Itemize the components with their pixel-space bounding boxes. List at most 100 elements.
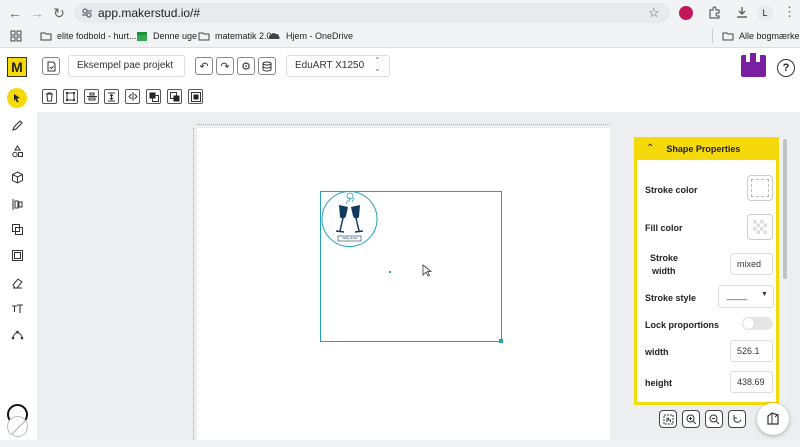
- apps-grid-icon[interactable]: [10, 30, 22, 42]
- file-icon: [47, 61, 55, 71]
- profile-avatar[interactable]: L: [757, 5, 773, 21]
- back-icon[interactable]: ←: [6, 4, 24, 22]
- hand-fit-icon: [663, 414, 673, 424]
- browser-menu-icon[interactable]: ⋮: [783, 4, 796, 20]
- height-input[interactable]: 438.69: [730, 371, 773, 393]
- checkerboard-icon: [753, 220, 767, 234]
- folder-icon: [722, 32, 734, 41]
- panel-header[interactable]: ⌃ Shape Properties: [634, 137, 779, 160]
- address-bar[interactable]: app.makerstud.io/# ☆: [74, 3, 670, 23]
- square-icon: [11, 249, 23, 261]
- group-button[interactable]: [188, 89, 203, 104]
- undo-button[interactable]: ↶: [195, 57, 213, 75]
- shape-properties-panel: Stroke color Fill color Stroke width mix…: [634, 137, 779, 405]
- settings-button[interactable]: ⚙: [237, 57, 255, 75]
- align-icon: [86, 92, 97, 101]
- flip-horizontal-button[interactable]: [125, 89, 140, 104]
- bookmarks-divider: [712, 29, 713, 43]
- download-icon[interactable]: [735, 5, 749, 19]
- new-file-button[interactable]: [42, 57, 60, 75]
- database-icon: [262, 61, 272, 72]
- mouse-cursor-icon: [422, 264, 432, 277]
- folder-icon: [40, 32, 52, 41]
- trash-icon: [46, 92, 53, 101]
- lock-proportions-label: Lock proportions: [645, 320, 719, 330]
- zoom-out-button[interactable]: [705, 410, 723, 428]
- vertical-ruler: [193, 128, 195, 440]
- align-center-button[interactable]: [84, 89, 99, 104]
- group-icon: [190, 91, 201, 102]
- boolean-tool-button[interactable]: [8, 220, 26, 238]
- design-badge[interactable]: Skål på det: [320, 191, 379, 247]
- all-bookmarks[interactable]: Alle bogmærker: [722, 30, 800, 42]
- layer-back-icon: [169, 91, 179, 101]
- width-input[interactable]: 526.1: [730, 340, 773, 362]
- layer-front-icon: [149, 92, 159, 102]
- pen-icon: [11, 119, 23, 131]
- fill-color-swatch[interactable]: [7, 416, 28, 437]
- reload-icon[interactable]: ↻: [50, 4, 68, 22]
- text-icon: [11, 303, 23, 313]
- save-icon[interactable]: [740, 53, 767, 78]
- shapes-tool-button[interactable]: [8, 142, 26, 160]
- badge-text: Skål på det: [342, 236, 358, 240]
- help-button[interactable]: ?: [777, 59, 795, 77]
- reset-view-button[interactable]: [728, 410, 746, 428]
- fit-selection-button[interactable]: [63, 89, 78, 104]
- extension-icon[interactable]: [679, 6, 693, 20]
- folder-icon: [198, 32, 210, 41]
- fit-to-screen-button[interactable]: [659, 410, 677, 428]
- eraser-tool-button[interactable]: [8, 273, 26, 291]
- delete-button[interactable]: [42, 89, 57, 104]
- url-text: app.makerstud.io/#: [98, 6, 201, 20]
- send-to-machine-button[interactable]: [757, 403, 789, 435]
- onedrive-icon: [269, 33, 280, 39]
- app-logo[interactable]: M: [7, 57, 27, 77]
- bookmark-star-icon[interactable]: ☆: [648, 5, 660, 21]
- select-tool-button[interactable]: [7, 88, 27, 108]
- redo-button[interactable]: ↷: [216, 57, 234, 75]
- bring-front-button[interactable]: [146, 89, 161, 104]
- undo-icon: ↶: [199, 60, 209, 73]
- bookmark-item[interactable]: Denne uge: [136, 30, 197, 42]
- project-name-field[interactable]: Eksempel pae projekt: [68, 55, 185, 77]
- panel-scrollbar[interactable]: [782, 137, 788, 405]
- resize-handle[interactable]: [499, 339, 503, 343]
- distribute-vertical-button[interactable]: [104, 89, 119, 104]
- stroke-width-input[interactable]: mixed: [730, 253, 773, 275]
- forward-icon[interactable]: →: [28, 4, 46, 22]
- scrollbar-thumb[interactable]: [783, 139, 787, 279]
- bookmark-item[interactable]: elite fodbold - hurt...: [40, 30, 137, 42]
- horizontal-ruler: [197, 124, 610, 126]
- gear-icon: ⚙: [241, 60, 251, 73]
- toggle-knob: [743, 318, 754, 329]
- bookmark-item[interactable]: matematik 2.0: [198, 30, 272, 42]
- eraser-icon: [11, 277, 23, 288]
- extensions-puzzle-icon[interactable]: [708, 6, 721, 19]
- database-button[interactable]: [258, 57, 276, 75]
- stroke-style-select[interactable]: ____ ▼: [718, 285, 774, 308]
- send-back-button[interactable]: [167, 89, 182, 104]
- combine-icon: [11, 223, 23, 235]
- zoom-in-button[interactable]: [682, 410, 700, 428]
- 3d-tool-button[interactable]: [8, 168, 26, 186]
- empty-swatch: [751, 179, 769, 197]
- site-info-icon[interactable]: [81, 7, 93, 19]
- chevron-up-icon[interactable]: ⌃: [646, 143, 654, 154]
- calendar-icon: [137, 32, 147, 41]
- height-label: height: [645, 378, 672, 388]
- stroke-color-label: Stroke color: [645, 185, 698, 195]
- lock-proportions-toggle[interactable]: [742, 317, 773, 330]
- fill-color-picker[interactable]: [747, 214, 773, 240]
- bookmark-item[interactable]: Hjem - OneDrive: [269, 30, 353, 42]
- select-arrows-icon: ⌃ ⌄: [374, 56, 381, 73]
- fill-color-label: Fill color: [645, 223, 683, 233]
- text-tool-button[interactable]: [8, 299, 26, 317]
- flip-icon: [127, 92, 138, 101]
- node-tool-button[interactable]: [8, 325, 26, 343]
- stroke-color-picker[interactable]: [747, 175, 773, 201]
- bookmarks-bar: elite fodbold - hurt... Denne uge matema…: [0, 26, 800, 48]
- align-tool-button[interactable]: [8, 195, 26, 213]
- frame-tool-button[interactable]: [8, 246, 26, 264]
- draw-tool-button[interactable]: [8, 116, 26, 134]
